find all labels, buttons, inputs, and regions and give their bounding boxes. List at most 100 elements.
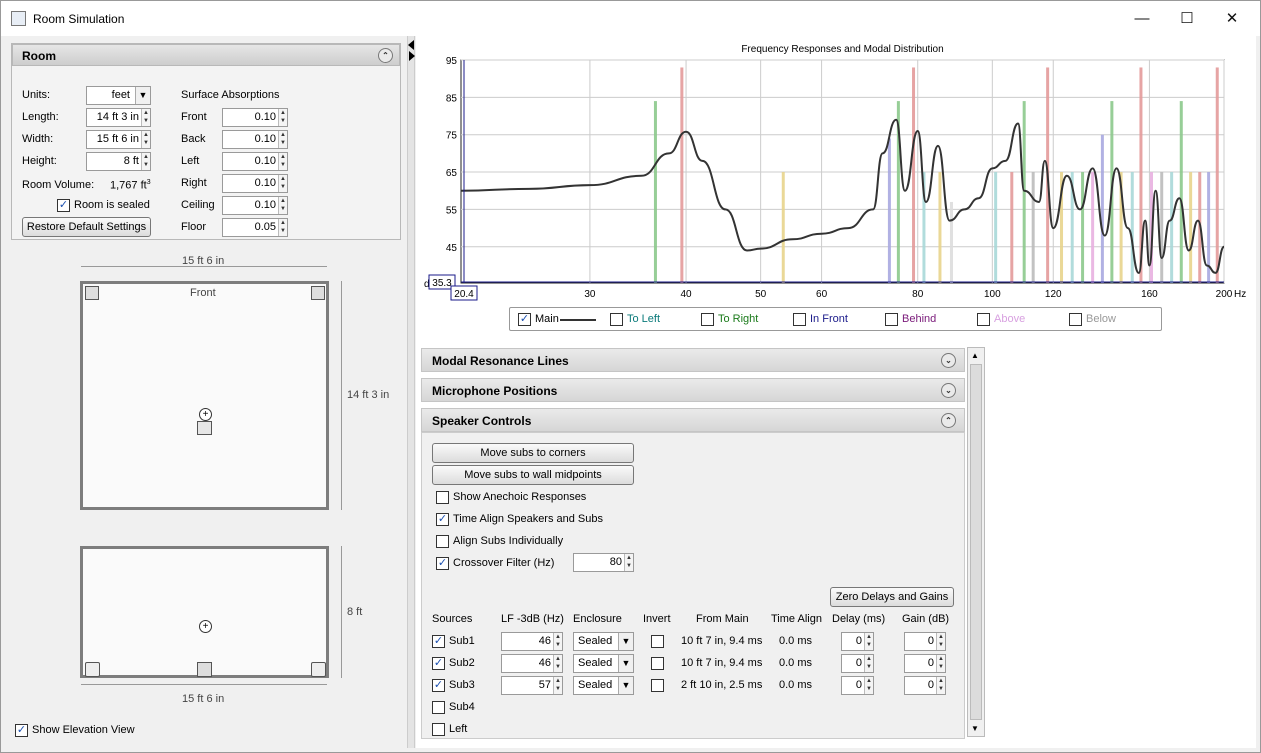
units-select[interactable]: feet ▼	[86, 86, 151, 105]
chevron-down-icon[interactable]: ▼	[135, 87, 150, 104]
legend-main-checkbox[interactable]: ✓	[518, 313, 531, 326]
expand-right-icon[interactable]	[409, 51, 415, 61]
left-checkbox[interactable]	[432, 723, 445, 736]
invert-checkbox[interactable]	[651, 679, 664, 692]
vertical-scrollbar[interactable]: ▲ ▼	[967, 347, 985, 737]
lf-spinner[interactable]: 57 ▲ ▼	[501, 676, 563, 695]
invert-checkbox[interactable]	[651, 635, 664, 648]
chevron-down-icon[interactable]: ▼	[618, 633, 633, 650]
sub2-checkbox[interactable]: ✓	[432, 657, 445, 670]
legend-in-front-checkbox[interactable]	[793, 313, 806, 326]
subwoofer-icon[interactable]	[197, 421, 212, 435]
move-subs-corners-button[interactable]: Move subs to corners	[432, 443, 634, 463]
delay-spinner[interactable]: 0 ▲ ▼	[841, 676, 874, 695]
spinner-arrows-icon[interactable]: ▲ ▼	[936, 655, 945, 672]
spinner-arrows-icon[interactable]: ▲ ▼	[278, 175, 287, 192]
spinner-arrows-icon[interactable]: ▲ ▼	[278, 219, 287, 236]
frequency-response-chart[interactable]: 30 40 50 60 80 100 120 160 200455565758595Hzd 35.…	[416, 53, 1256, 303]
scroll-down-icon[interactable]: ▼	[971, 724, 979, 733]
legend-above-checkbox[interactable]	[977, 313, 990, 326]
enclosure-select[interactable]: Sealed ▼	[573, 654, 634, 673]
subwoofer-icon[interactable]	[311, 662, 326, 677]
corner-speaker-icon[interactable]	[85, 286, 99, 300]
spinner-arrows-icon[interactable]: ▲ ▼	[864, 677, 873, 694]
room-plan-view[interactable]: Front +	[80, 281, 329, 510]
subwoofer-icon[interactable]	[197, 662, 212, 677]
subwoofer-icon[interactable]	[85, 662, 100, 677]
invert-checkbox[interactable]	[651, 657, 664, 670]
align-subs-checkbox[interactable]	[436, 535, 449, 548]
sub4-checkbox[interactable]	[432, 701, 445, 714]
show-elevation-checkbox[interactable]: ✓	[15, 724, 28, 737]
spinner-arrows-icon[interactable]: ▲ ▼	[553, 633, 562, 650]
gain-spinner[interactable]: 0 ▲ ▼	[904, 654, 946, 673]
expand-down-icon[interactable]: ⌄	[941, 383, 956, 398]
collapse-left-icon[interactable]	[408, 40, 414, 50]
scroll-up-icon[interactable]: ▲	[971, 351, 979, 360]
spinner-arrows-icon[interactable]: ▲ ▼	[553, 655, 562, 672]
legend-behind-checkbox[interactable]	[885, 313, 898, 326]
sub3-checkbox[interactable]: ✓	[432, 679, 445, 692]
lf-spinner[interactable]: 46 ▲ ▼	[501, 632, 563, 651]
spinner-arrows-icon[interactable]: ▲ ▼	[278, 153, 287, 170]
sub1-checkbox[interactable]: ✓	[432, 635, 445, 648]
room-elevation-view[interactable]: +	[80, 546, 329, 678]
enclosure-select[interactable]: Sealed ▼	[573, 676, 634, 695]
restore-default-button[interactable]: Restore Default Settings	[22, 217, 151, 237]
surface-back-spinner[interactable]: 0.10 ▲ ▼	[222, 130, 288, 149]
gain-spinner[interactable]: 0 ▲ ▼	[904, 632, 946, 651]
scrollbar-thumb[interactable]	[970, 364, 982, 720]
surface-floor-spinner[interactable]: 0.05 ▲ ▼	[222, 218, 288, 237]
spinner-arrows-icon[interactable]: ▲ ▼	[864, 633, 873, 650]
spinner-arrows-icon[interactable]: ▲ ▼	[278, 109, 287, 126]
height-spinner[interactable]: 8 ft ▲ ▼	[86, 152, 151, 171]
surface-ceiling-spinner[interactable]: 0.10 ▲ ▼	[222, 196, 288, 215]
maximize-icon[interactable]: ☐	[1165, 6, 1209, 32]
crossover-checkbox[interactable]: ✓	[436, 557, 449, 570]
spinner-arrows-icon[interactable]: ▲ ▼	[936, 677, 945, 694]
delay-spinner[interactable]: 0 ▲ ▼	[841, 632, 874, 651]
width-spinner[interactable]: 15 ft 6 in ▲ ▼	[86, 130, 151, 149]
surface-left-spinner[interactable]: 0.10 ▲ ▼	[222, 152, 288, 171]
length-spinner[interactable]: 14 ft 3 in ▲ ▼	[86, 108, 151, 127]
minimize-icon[interactable]: —	[1120, 6, 1164, 32]
modal-resonance-header[interactable]: Modal Resonance Lines ⌄	[421, 348, 965, 372]
room-sealed-checkbox[interactable]: ✓	[57, 199, 70, 212]
legend-to-left-checkbox[interactable]	[610, 313, 623, 326]
expand-down-icon[interactable]: ⌄	[941, 353, 956, 368]
crossover-spinner[interactable]: 80 ▲ ▼	[573, 553, 634, 572]
chevron-down-icon[interactable]: ▼	[618, 655, 633, 672]
microphone-positions-header[interactable]: Microphone Positions ⌄	[421, 378, 965, 402]
delay-spinner[interactable]: 0 ▲ ▼	[841, 654, 874, 673]
collapse-up-icon[interactable]: ⌃	[941, 413, 956, 428]
spinner-arrows-icon[interactable]: ▲ ▼	[141, 153, 150, 170]
enclosure-select[interactable]: Sealed ▼	[573, 632, 634, 651]
spinner-arrows-icon[interactable]: ▲ ▼	[141, 131, 150, 148]
move-subs-midpoints-button[interactable]: Move subs to wall midpoints	[432, 465, 634, 485]
spinner-arrows-icon[interactable]: ▲ ▼	[553, 677, 562, 694]
spinner-arrows-icon[interactable]: ▲ ▼	[864, 655, 873, 672]
corner-speaker-icon[interactable]	[311, 286, 325, 300]
speaker-controls-header[interactable]: Speaker Controls ⌃	[421, 408, 965, 432]
room-panel-header[interactable]: Room ⌃	[12, 44, 400, 66]
microphone-icon[interactable]: +	[199, 620, 212, 633]
spinner-arrows-icon[interactable]: ▲ ▼	[278, 197, 287, 214]
time-align-checkbox[interactable]: ✓	[436, 513, 449, 526]
show-anechoic-checkbox[interactable]	[436, 491, 449, 504]
chevron-down-icon[interactable]: ▼	[618, 677, 633, 694]
spinner-arrows-icon[interactable]: ▲ ▼	[278, 131, 287, 148]
lf-spinner[interactable]: 46 ▲ ▼	[501, 654, 563, 673]
close-icon[interactable]: ✕	[1210, 6, 1254, 32]
spinner-arrows-icon[interactable]: ▲ ▼	[141, 109, 150, 126]
surface-front-spinner[interactable]: 0.10 ▲ ▼	[222, 108, 288, 127]
spinner-arrows-icon[interactable]: ▲ ▼	[936, 633, 945, 650]
collapse-up-icon[interactable]: ⌃	[378, 48, 393, 63]
legend-to-right-checkbox[interactable]	[701, 313, 714, 326]
legend-below-checkbox[interactable]	[1069, 313, 1082, 326]
gain-spinner[interactable]: 0 ▲ ▼	[904, 676, 946, 695]
surface-right-spinner[interactable]: 0.10 ▲ ▼	[222, 174, 288, 193]
splitter[interactable]	[407, 36, 415, 748]
spinner-arrows-icon[interactable]: ▲ ▼	[624, 554, 633, 571]
microphone-icon[interactable]: +	[199, 408, 212, 421]
zero-delays-gains-button[interactable]: Zero Delays and Gains	[830, 587, 954, 607]
